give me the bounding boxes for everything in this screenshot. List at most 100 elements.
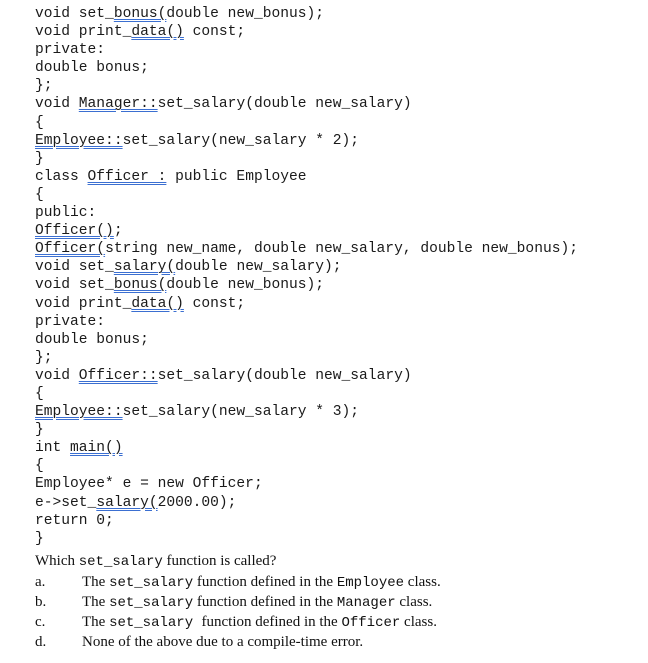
spellcheck-underlined-token: Employee:: xyxy=(35,404,123,421)
code-line: Employee::set_salary(new_salary * 3); xyxy=(35,403,578,421)
code-token: double new_bonus); xyxy=(166,277,325,294)
code-token: void set_ xyxy=(35,6,114,22)
code-token: { xyxy=(35,385,44,402)
option-code-token: Manager xyxy=(336,595,396,611)
code-line: void set_bonus(double new_bonus); xyxy=(35,276,578,294)
spellcheck-underlined-token: Employee:: xyxy=(35,132,123,149)
option-text-token: The xyxy=(82,614,110,630)
code-token: }; xyxy=(35,349,53,366)
code-line: private: xyxy=(35,313,578,331)
code-token: double bonus; xyxy=(35,331,149,348)
code-line: Officer(); xyxy=(35,222,578,240)
code-token: void xyxy=(35,367,79,384)
option-code-token: set_salary xyxy=(109,595,194,611)
code-line: void Officer::set_salary(double new_sala… xyxy=(35,367,578,385)
code-line: }; xyxy=(35,77,578,95)
code-line: double bonus; xyxy=(35,331,578,349)
code-token: } xyxy=(35,150,44,167)
option-code-token: set_salary xyxy=(109,575,194,591)
code-token: { xyxy=(35,186,44,203)
code-token: public Employee xyxy=(166,168,307,185)
question-suffix: function is called? xyxy=(162,553,277,569)
spellcheck-underlined-token: Manager:: xyxy=(78,96,158,113)
code-token: set_salary(double new_salary) xyxy=(157,96,412,113)
spellcheck-underlined-token: Officer() xyxy=(35,223,114,240)
code-token: double bonus; xyxy=(35,60,149,77)
code-token: set_salary(new_salary * 3); xyxy=(122,404,360,421)
code-line: { xyxy=(35,457,578,475)
option-letter: a. xyxy=(35,574,46,590)
code-line: Employee::set_salary(new_salary * 2); xyxy=(35,132,578,150)
code-line: e->set_salary(2000.00); xyxy=(35,494,578,512)
code-token: int xyxy=(35,440,71,457)
answer-option-b: b. The set_salary function defined in the… xyxy=(35,592,441,612)
spellcheck-underlined-token: Officer( xyxy=(35,241,106,258)
code-token: private: xyxy=(35,313,106,330)
question-text: Which set_salary function is called? xyxy=(35,551,441,572)
spellcheck-underlined-token: bonus( xyxy=(113,277,167,294)
code-token: void set_ xyxy=(35,277,114,294)
code-token: string new_name, double new_salary, doub… xyxy=(105,241,578,258)
code-line: Officer(string new_name, double new_sala… xyxy=(35,240,578,258)
code-token: private: xyxy=(35,42,106,59)
option-text-token: The xyxy=(82,574,110,590)
code-token: double new_salary); xyxy=(175,259,342,276)
question-prefix: Which xyxy=(35,553,79,569)
code-token: e->set_ xyxy=(35,494,97,511)
option-letter: d. xyxy=(35,634,47,650)
option-text-token: class. xyxy=(404,574,441,590)
code-token: } xyxy=(35,422,44,439)
option-letter: c. xyxy=(35,614,46,630)
code-token: } xyxy=(35,530,44,547)
option-text-token: class. xyxy=(400,614,437,630)
spellcheck-underlined-token: data() xyxy=(131,295,184,312)
code-token: { xyxy=(35,458,44,475)
code-token: set_salary(new_salary * 2); xyxy=(122,132,360,149)
spellcheck-underlined-token: Officer : xyxy=(87,168,167,185)
spellcheck-underlined-token: salary( xyxy=(113,259,176,276)
option-text-token: The xyxy=(82,594,110,610)
code-line: { xyxy=(35,385,578,403)
code-line: } xyxy=(35,421,578,439)
code-line: { xyxy=(35,186,578,204)
option-text: The set_salary function defined in the O… xyxy=(82,612,437,632)
option-code-token: Officer xyxy=(341,615,401,631)
code-line: { xyxy=(35,114,578,132)
code-line: return 0; xyxy=(35,512,578,530)
code-line: } xyxy=(35,150,578,168)
code-line: double bonus; xyxy=(35,59,578,77)
spellcheck-underlined-token: bonus( xyxy=(113,6,167,22)
answer-option-c: c. The set_salary function defined in the… xyxy=(35,612,441,632)
code-token: void print_ xyxy=(35,295,132,312)
code-line: }; xyxy=(35,349,578,367)
spellcheck-underlined-token: Officer:: xyxy=(78,367,158,384)
code-token: Employee* e = new Officer; xyxy=(35,476,263,493)
option-code-token: Employee xyxy=(336,575,405,591)
code-line: void set_bonus(double new_bonus); xyxy=(35,5,578,23)
spellcheck-underlined-token: data() xyxy=(131,24,184,41)
code-listing: void set_bonus(double new_bonus); void pr… xyxy=(35,5,578,548)
option-text-token: None of the above due to a compile-time … xyxy=(82,634,364,650)
code-token: class xyxy=(35,168,88,185)
code-line: Employee* e = new Officer; xyxy=(35,475,578,493)
code-token: void print_ xyxy=(35,24,132,41)
question-code: set_salary xyxy=(78,554,163,570)
code-token: ; xyxy=(113,223,123,240)
code-line: void print_data() const; xyxy=(35,23,578,41)
code-line: public: xyxy=(35,204,578,222)
option-code-token: set_salary xyxy=(109,615,202,631)
code-line: void set_salary(double new_salary); xyxy=(35,258,578,276)
code-token: public: xyxy=(35,205,97,222)
answer-options: a. The set_salary function defined in the… xyxy=(35,572,441,652)
code-token: return 0; xyxy=(35,512,114,529)
option-letter: b. xyxy=(35,594,47,610)
code-token: }; xyxy=(35,78,53,95)
code-token: double new_bonus); xyxy=(166,6,325,22)
option-text: The set_salary function defined in the E… xyxy=(82,572,441,592)
option-text-token: function defined in the xyxy=(193,574,337,590)
code-line: void Manager::set_salary(double new_sala… xyxy=(35,95,578,113)
code-line: void print_data() const; xyxy=(35,295,578,313)
code-token: const; xyxy=(183,24,246,41)
option-text: The set_salary function defined in the M… xyxy=(82,592,432,612)
code-token: set_salary(double new_salary) xyxy=(157,367,412,384)
